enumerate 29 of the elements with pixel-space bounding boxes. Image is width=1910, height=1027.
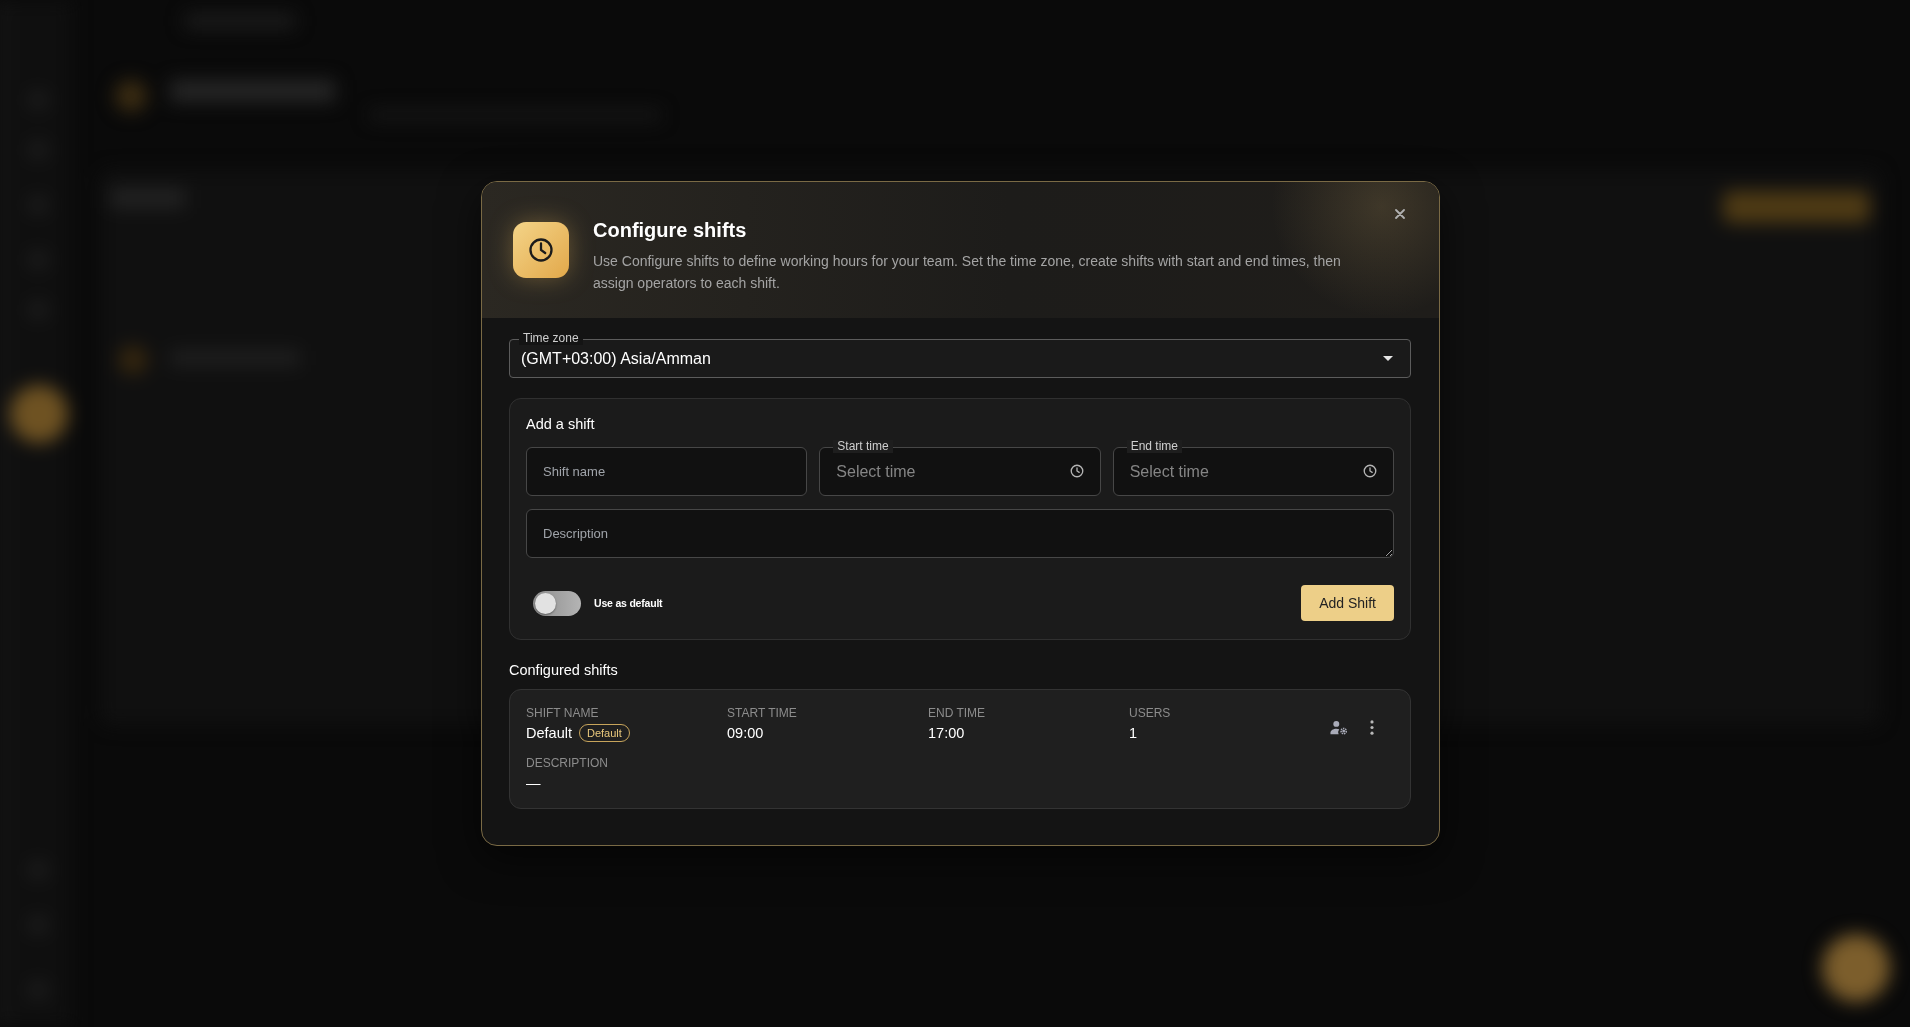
column-value: Default [526,724,572,743]
person-gear-icon[interactable] [1330,720,1348,735]
column-value: 09:00 [727,724,764,743]
clock-icon [513,222,569,278]
field-label: End time [1126,440,1182,453]
column-label: USERS [1129,705,1172,721]
caret-icon [1383,356,1393,361]
more-icon[interactable] [1370,720,1374,735]
column-label: DESCRIPTION [526,755,609,771]
column-label: SHIFT NAME [526,705,600,721]
field-label: Time zone [519,332,583,345]
column-label: START TIME [727,705,798,721]
section-title: Configured shifts [509,661,619,680]
toggle-label: Use as default [594,597,663,609]
column-value: — [526,774,542,793]
clock-icon [1069,464,1084,478]
dialog-description: Use Configure shifts to define working hours for your team. Set the time zone, create shifts with start and end times, then assign operators to each shift. [593,252,1342,293]
add-shift-button[interactable]: Add Shift [1301,585,1394,621]
panel-title: Add a shift [526,415,596,434]
dialog-title: Configure shifts [593,218,748,242]
field-label: Start time [833,440,893,453]
description-field[interactable]: Description [526,509,1394,558]
clock-icon [1363,464,1377,478]
text-field[interactable]: Shift name [526,447,808,496]
close-icon[interactable] [1395,209,1405,219]
toggle-switch[interactable] [533,590,581,616]
column-label: END TIME [928,705,987,721]
column-value: 1 [1129,724,1138,743]
column-value: 17:00 [928,724,965,743]
